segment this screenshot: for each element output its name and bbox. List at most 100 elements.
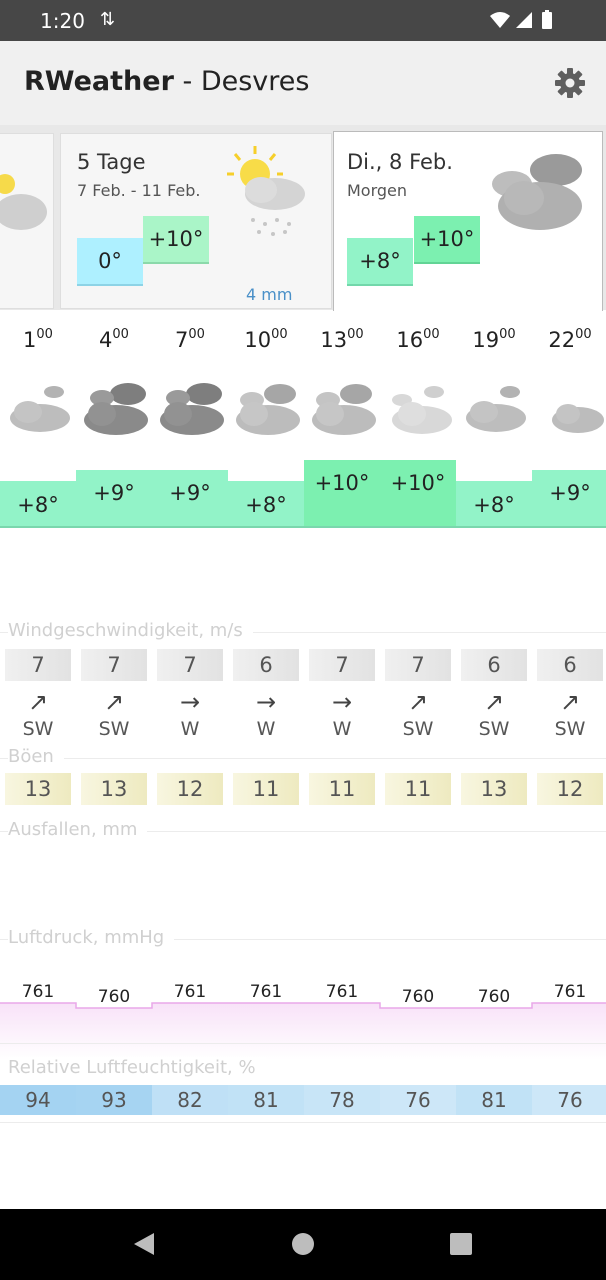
card-date-range: 7 Feb. - 11 Feb. (77, 181, 201, 200)
hour-temperature: +9° (152, 470, 228, 528)
wind-speed-value: 6 (537, 649, 603, 681)
humidity-value: 81 (456, 1085, 532, 1115)
wind-speed-value: 6 (233, 649, 299, 681)
pressure-value: 760 (477, 987, 511, 1007)
recents-icon[interactable] (449, 1231, 473, 1257)
wind-direction-arrow-icon: → (179, 688, 201, 716)
forecast-cards-strip: 5 Tage 7 Feb. - 11 Feb. +10° 0° 4 mm Di.… (0, 125, 606, 311)
wind-direction-arrow-icon: ↗ (483, 688, 505, 716)
gust-value: 12 (537, 773, 603, 805)
wind-direction: → W (228, 690, 304, 740)
divider (0, 1043, 606, 1044)
gust-value: 13 (81, 773, 147, 805)
moon-cloud-icon (532, 378, 606, 440)
hour-label: 2200 (548, 327, 592, 352)
data-sync-icon: ⇅ (100, 9, 116, 30)
gust-value: 11 (233, 773, 299, 805)
card-temp-low: +8° (347, 238, 413, 286)
hour-label: 1900 (472, 327, 516, 352)
hour-temperature: +10° (304, 460, 380, 528)
cloudy-dark-icon (152, 378, 228, 440)
cloudy-icon (492, 154, 582, 230)
wind-direction: ↗ SW (532, 690, 606, 740)
wind-direction: ↗ SW (380, 690, 456, 740)
pressure-value: 761 (21, 982, 55, 1002)
wind-direction: → W (152, 690, 228, 740)
wind-direction-label: W (332, 718, 352, 740)
back-icon[interactable] (132, 1231, 156, 1257)
sun-cloud-icon (0, 174, 47, 230)
cloudy-icon (304, 378, 380, 440)
wind-direction-label: SW (402, 718, 434, 740)
wind-direction-arrow-icon: ↗ (27, 688, 49, 716)
humidity-value: 76 (380, 1085, 456, 1115)
system-navigation-bar (0, 1209, 606, 1280)
status-time: 1:20 (40, 9, 85, 33)
cloudy-pale-icon (380, 378, 456, 440)
wind-direction: ↗ SW (0, 690, 76, 740)
card-title: 5 Tage (77, 150, 146, 174)
wifi-signal-battery-icon (490, 10, 552, 29)
divider (0, 1122, 606, 1123)
wind-direction-arrow-icon: ↗ (559, 688, 581, 716)
wind-direction-label: W (256, 718, 276, 740)
gust-value: 12 (157, 773, 223, 805)
humidity-value: 81 (228, 1085, 304, 1115)
wind-speed-value: 7 (157, 649, 223, 681)
wind-direction-label: SW (22, 718, 54, 740)
home-icon[interactable] (291, 1231, 315, 1257)
humidity-value: 94 (0, 1085, 76, 1115)
forecast-card-previous[interactable] (0, 133, 54, 309)
cloudy-dark-icon (76, 378, 152, 440)
humidity-value: 76 (532, 1085, 606, 1115)
gust-value: 11 (385, 773, 451, 805)
status-bar: 1:20 ⇅ (0, 0, 606, 41)
humidity-value: 82 (152, 1085, 228, 1115)
hour-label: 700 (175, 327, 205, 352)
card-day-label: Morgen (347, 181, 408, 200)
humidity-value: 78 (304, 1085, 380, 1115)
settings-gear-icon[interactable] (554, 67, 586, 99)
pressure-area (0, 1003, 606, 1060)
hour-label: 100 (23, 327, 53, 352)
wind-speed-value: 7 (5, 649, 71, 681)
wind-direction: → W (304, 690, 380, 740)
wind-direction: ↗ SW (76, 690, 152, 740)
gusts-label: Böen (8, 746, 64, 767)
wind-speed-value: 7 (81, 649, 147, 681)
card-temp-high: +10° (143, 216, 209, 264)
hour-temperature: +8° (0, 481, 76, 528)
hour-temperature: +9° (76, 470, 152, 528)
wind-direction: ↗ SW (456, 690, 532, 740)
forecast-card-selected-day[interactable]: Di., 8 Feb. Morgen +10° +8° (333, 131, 603, 311)
wind-direction-arrow-icon: ↗ (103, 688, 125, 716)
gust-value: 13 (461, 773, 527, 805)
humidity-value: 93 (76, 1085, 152, 1115)
forecast-card-5-days[interactable]: 5 Tage 7 Feb. - 11 Feb. +10° 0° 4 mm (60, 133, 332, 309)
wind-direction-label: W (180, 718, 200, 740)
card-temp-low: 0° (77, 238, 143, 286)
wind-direction-label: SW (98, 718, 130, 740)
pressure-label: Luftdruck, mmHg (8, 927, 175, 948)
sun-cloud-rain-icon (227, 146, 305, 236)
pressure-value: 760 (97, 987, 131, 1007)
hour-label: 1300 (320, 327, 364, 352)
hour-temperature: +9° (532, 470, 606, 528)
system-icons (490, 10, 570, 36)
precipitation-label: Ausfallen, mm (8, 819, 148, 840)
card-title: Di., 8 Feb. (347, 150, 453, 174)
cloudy-light-icon (456, 378, 532, 440)
cloudy-light-icon (0, 378, 76, 440)
pressure-value: 761 (173, 982, 207, 1002)
pressure-value: 760 (401, 987, 435, 1007)
gust-value: 11 (309, 773, 375, 805)
pressure-band (0, 1002, 606, 1060)
wind-direction-label: SW (478, 718, 510, 740)
app-name: RWeather (24, 66, 174, 97)
page-title: RWeather - Desvres (24, 66, 309, 97)
wind-speed-value: 6 (461, 649, 527, 681)
hour-temperature: +10° (380, 460, 456, 528)
divider (0, 758, 606, 759)
hour-label: 400 (99, 327, 129, 352)
location-name: - Desvres (173, 66, 310, 97)
